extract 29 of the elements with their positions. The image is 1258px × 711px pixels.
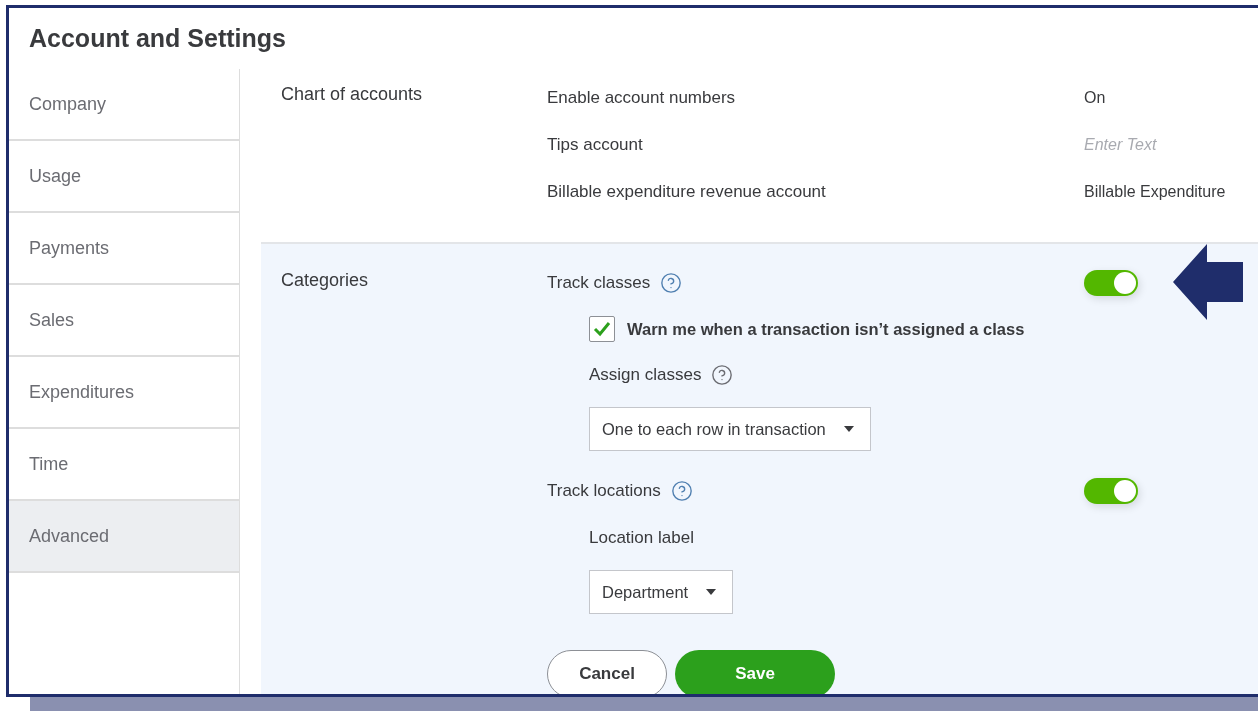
cancel-button[interactable]: Cancel bbox=[547, 650, 667, 694]
help-icon[interactable] bbox=[660, 272, 683, 294]
section-title: Chart of accounts bbox=[281, 83, 424, 105]
field-label: Assign classes bbox=[589, 365, 702, 385]
setting-label: Track locations bbox=[547, 481, 661, 501]
checkbox[interactable] bbox=[589, 316, 615, 342]
sidebar-item[interactable]: Advanced bbox=[9, 501, 239, 573]
window-title: Account and Settings bbox=[29, 24, 286, 53]
checkbox-label: Warn me when a transaction isn’t assigned a class bbox=[627, 319, 1025, 339]
help-icon[interactable] bbox=[711, 364, 734, 386]
dropdown[interactable]: Department bbox=[589, 570, 734, 614]
input-field[interactable]: Enter Text bbox=[1084, 135, 1224, 154]
toggle-switch[interactable] bbox=[1084, 270, 1138, 296]
setting-label: Tips account bbox=[547, 134, 644, 155]
section-title: Categories bbox=[281, 269, 370, 291]
caret-icon bbox=[843, 426, 854, 432]
setting-label: Billable expenditure revenue account bbox=[547, 181, 827, 202]
arrow-icon bbox=[1173, 244, 1243, 320]
setting-label: Track classes bbox=[547, 273, 651, 293]
help-icon[interactable] bbox=[670, 480, 693, 502]
check-icon bbox=[593, 321, 611, 337]
setting-label: Enable account numbers bbox=[547, 87, 737, 108]
caret-icon bbox=[706, 589, 717, 595]
toggle-switch[interactable] bbox=[1084, 478, 1138, 504]
setting-value: Billable Expenditure bbox=[1084, 182, 1227, 201]
dropdown[interactable]: One to each row in transaction bbox=[589, 407, 871, 451]
field-label: Location label bbox=[589, 528, 694, 548]
setting-value: On bbox=[1084, 88, 1107, 107]
save-button[interactable]: Save bbox=[675, 650, 835, 694]
